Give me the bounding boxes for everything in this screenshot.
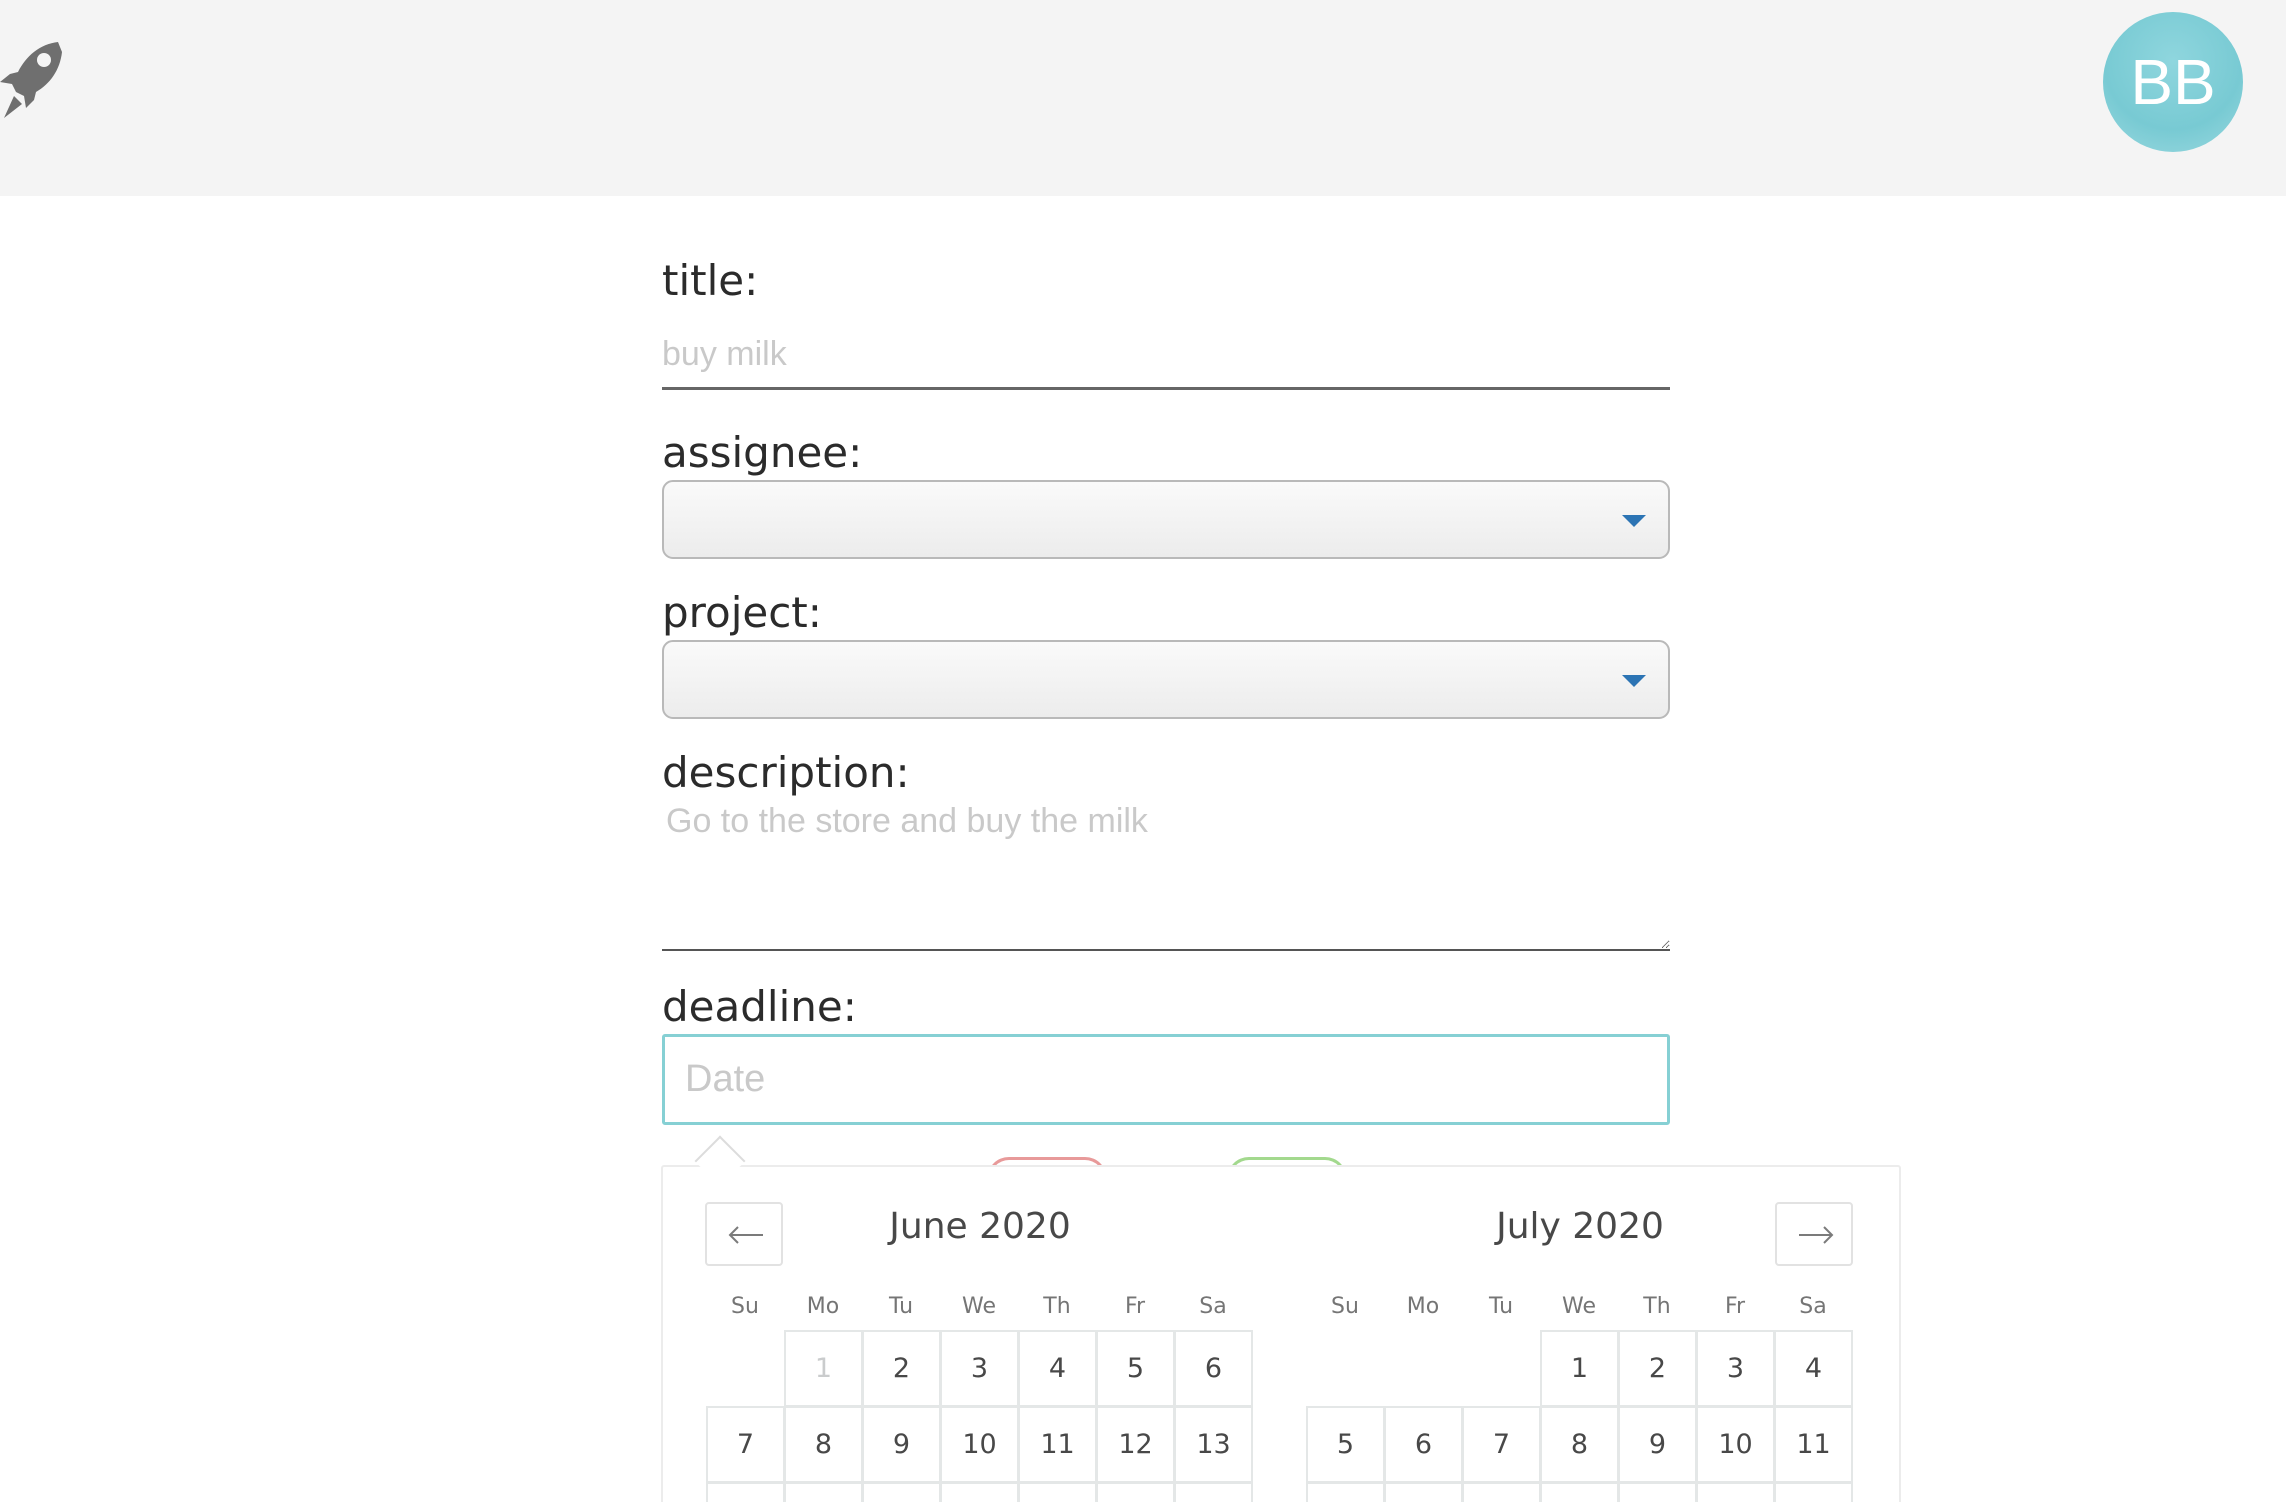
calendar-day[interactable]: 6 bbox=[1384, 1406, 1463, 1483]
calendar-day[interactable]: 5 bbox=[1096, 1330, 1175, 1407]
month-title-june: June 2020 bbox=[889, 1206, 1071, 1247]
calendar-day[interactable] bbox=[1774, 1482, 1853, 1502]
month-title-july: July 2020 bbox=[1496, 1206, 1664, 1247]
calendar-day[interactable]: 4 bbox=[1018, 1330, 1097, 1407]
title-input[interactable] bbox=[662, 322, 1670, 390]
calendar-day[interactable] bbox=[1174, 1482, 1253, 1502]
calendar-day[interactable] bbox=[706, 1482, 785, 1502]
top-bar: BB bbox=[0, 0, 2286, 196]
calendar-day[interactable]: 6 bbox=[1174, 1330, 1253, 1407]
rocket-icon[interactable] bbox=[0, 38, 66, 124]
weekday-header: We bbox=[962, 1294, 996, 1319]
title-label: title: bbox=[662, 256, 759, 305]
weekday-header: Sa bbox=[1199, 1294, 1227, 1319]
calendar-day[interactable]: 8 bbox=[784, 1406, 863, 1483]
calendar-day[interactable]: 10 bbox=[940, 1406, 1019, 1483]
calendar-day[interactable] bbox=[1696, 1482, 1775, 1502]
calendar-day[interactable] bbox=[1462, 1482, 1541, 1502]
user-avatar[interactable]: BB bbox=[2103, 12, 2243, 152]
arrow-right-icon bbox=[1799, 1226, 1834, 1244]
description-textarea[interactable] bbox=[662, 790, 1670, 951]
weekday-header: Tu bbox=[1488, 1294, 1514, 1319]
calendar-day[interactable]: 7 bbox=[706, 1406, 785, 1483]
calendar-day[interactable]: 12 bbox=[1096, 1406, 1175, 1483]
calendar-day[interactable] bbox=[1306, 1482, 1385, 1502]
calendar-day[interactable]: 8 bbox=[1540, 1406, 1619, 1483]
weekday-header: Fr bbox=[1724, 1294, 1746, 1319]
arrow-left-icon bbox=[728, 1226, 763, 1244]
project-select[interactable] bbox=[662, 640, 1670, 719]
calendar-day[interactable] bbox=[1540, 1482, 1619, 1502]
calendar-day[interactable]: 9 bbox=[862, 1406, 941, 1483]
weekday-header: Su bbox=[1331, 1294, 1359, 1319]
calendar-day[interactable] bbox=[1096, 1482, 1175, 1502]
weekday-header: Fr bbox=[1124, 1294, 1146, 1319]
calendar-day[interactable]: 3 bbox=[1696, 1330, 1775, 1407]
calendar-day[interactable]: 5 bbox=[1306, 1406, 1385, 1483]
calendar-day[interactable] bbox=[1384, 1482, 1463, 1502]
calendar-day[interactable] bbox=[784, 1482, 863, 1502]
weekday-header: We bbox=[1562, 1294, 1596, 1319]
calendar-day[interactable]: 13 bbox=[1174, 1406, 1253, 1483]
calendar-day: 1 bbox=[784, 1330, 863, 1407]
deadline-date-input[interactable] bbox=[662, 1034, 1670, 1125]
calendar-day[interactable]: 1 bbox=[1540, 1330, 1619, 1407]
calendar-day[interactable]: 2 bbox=[862, 1330, 941, 1407]
assignee-select[interactable] bbox=[662, 480, 1670, 559]
calendar-day[interactable]: 9 bbox=[1618, 1406, 1697, 1483]
project-label: project: bbox=[662, 588, 822, 637]
calendar-day[interactable] bbox=[862, 1482, 941, 1502]
calendar-day[interactable]: 3 bbox=[940, 1330, 1019, 1407]
prev-month-button[interactable] bbox=[705, 1202, 783, 1266]
calendar-day[interactable]: 10 bbox=[1696, 1406, 1775, 1483]
weekday-header: Tu bbox=[888, 1294, 914, 1319]
weekday-header: Mo bbox=[806, 1294, 840, 1319]
weekday-header: Th bbox=[1043, 1294, 1071, 1319]
chevron-down-icon bbox=[1622, 675, 1646, 687]
assignee-label: assignee: bbox=[662, 428, 863, 477]
calendar-day[interactable] bbox=[1018, 1482, 1097, 1502]
weekday-header: Sa bbox=[1799, 1294, 1827, 1319]
weekday-header: Mo bbox=[1406, 1294, 1440, 1319]
calendar-day[interactable]: 11 bbox=[1018, 1406, 1097, 1483]
page: BB title: assignee: project: description… bbox=[0, 0, 2286, 1502]
next-month-button[interactable] bbox=[1775, 1202, 1853, 1266]
chevron-down-icon bbox=[1622, 515, 1646, 527]
weekday-header: Su bbox=[731, 1294, 759, 1319]
calendar-day[interactable] bbox=[940, 1482, 1019, 1502]
calendar-day[interactable]: 4 bbox=[1774, 1330, 1853, 1407]
calendar-day[interactable]: 7 bbox=[1462, 1406, 1541, 1483]
calendar-day[interactable] bbox=[1618, 1482, 1697, 1502]
calendar-day[interactable]: 2 bbox=[1618, 1330, 1697, 1407]
calendar-day[interactable]: 11 bbox=[1774, 1406, 1853, 1483]
weekday-header: Th bbox=[1643, 1294, 1671, 1319]
deadline-label: deadline: bbox=[662, 982, 857, 1031]
